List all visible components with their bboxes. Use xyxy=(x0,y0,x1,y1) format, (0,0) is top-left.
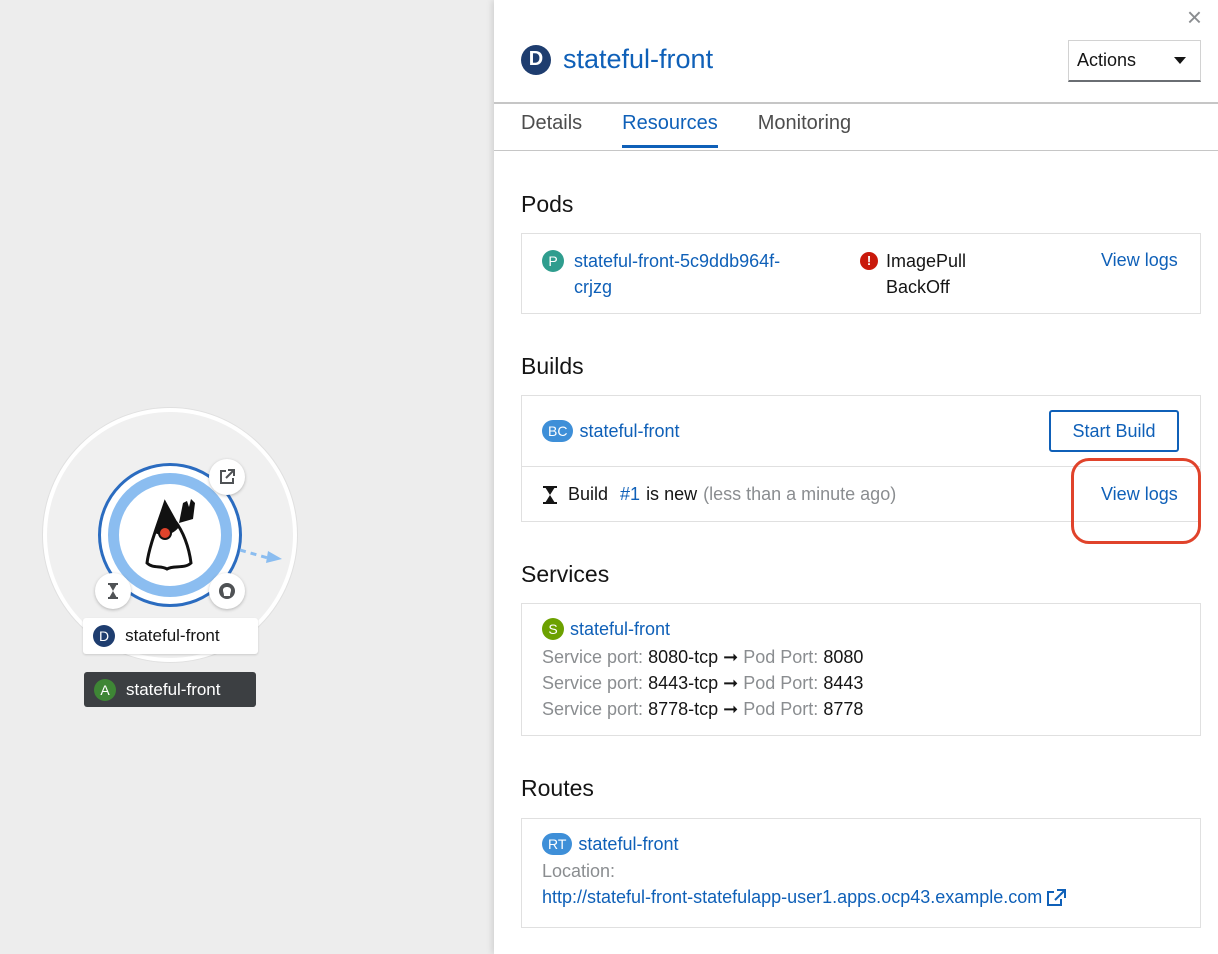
route-url-link[interactable]: http://stateful-front-statefulapp-user1.… xyxy=(542,887,1042,908)
pod-status-line2: BackOff xyxy=(886,277,950,297)
pods-list: P stateful-front-5c9ddb964f- crjzg ! Ima… xyxy=(521,233,1201,314)
topology-canvas[interactable]: D stateful-front A stateful-front xyxy=(0,0,494,954)
start-build-button[interactable]: Start Build xyxy=(1049,410,1179,452)
pod-port-value: 8443 xyxy=(823,673,864,693)
service-port-value: 8778-tcp xyxy=(648,699,719,719)
source-code-decorator[interactable] xyxy=(209,573,245,609)
connector-arrow-icon[interactable] xyxy=(238,546,284,566)
duke-java-icon xyxy=(145,499,195,571)
open-url-decorator[interactable] xyxy=(209,459,245,495)
arrow-right-icon: ➞ xyxy=(723,699,739,719)
arrow-right-icon: ➞ xyxy=(723,673,739,693)
build-number-link[interactable]: #1 xyxy=(620,484,640,505)
panel-header: D stateful-front xyxy=(521,44,713,75)
actions-label: Actions xyxy=(1077,50,1137,70)
caret-down-icon xyxy=(1174,57,1186,64)
service-port-row: Service port: 8778-tcp ➞ Pod Port: 8778 xyxy=(542,696,863,722)
services-section-title: Services xyxy=(521,561,610,587)
panel-tabs: Details Resources Monitoring xyxy=(521,112,891,148)
tab-resources[interactable]: Resources xyxy=(622,112,718,148)
pod-name-link[interactable]: stateful-front-5c9ddb964f- crjzg xyxy=(574,248,822,300)
build-state: is new xyxy=(646,484,698,504)
builds-section-title: Builds xyxy=(521,353,584,379)
service-port-value: 8080-tcp xyxy=(648,647,719,667)
build-status-decorator[interactable] xyxy=(95,573,131,609)
service-row: S stateful-front xyxy=(542,618,670,640)
actions-dropdown[interactable]: Actions xyxy=(1068,40,1201,82)
external-link-icon[interactable] xyxy=(1046,888,1067,907)
close-icon[interactable]: × xyxy=(1187,2,1202,33)
tabs-divider xyxy=(494,150,1218,151)
pod-status-text: ImagePull BackOff xyxy=(886,248,996,300)
pod-port-value: 8778 xyxy=(823,699,864,719)
build-config-badge: BC xyxy=(542,420,574,442)
pod-port-value: 8080 xyxy=(823,647,864,667)
panel-title[interactable]: stateful-front xyxy=(563,44,713,75)
build-time: (less than a minute ago) xyxy=(703,484,897,504)
tab-details[interactable]: Details xyxy=(521,112,582,148)
deployment-badge: D xyxy=(521,44,551,75)
service-badge: S xyxy=(542,618,564,640)
deployment-badge: D xyxy=(93,625,116,647)
tab-monitoring[interactable]: Monitoring xyxy=(758,112,851,148)
hourglass-icon xyxy=(543,485,557,504)
external-link-icon xyxy=(220,469,235,484)
pod-name-line2[interactable]: crjzg xyxy=(574,274,822,300)
error-icon: ! xyxy=(860,252,878,270)
route-location-label: Location: xyxy=(542,861,616,881)
route-badge: RT xyxy=(542,833,573,855)
service-port-label: Service port: xyxy=(542,647,644,667)
pod-status-line1: ImagePull xyxy=(886,251,967,271)
service-port-label: Service port: xyxy=(542,673,644,693)
routes-section-title: Routes xyxy=(521,775,594,801)
application-name: stateful-front xyxy=(126,679,221,699)
application-badge: A xyxy=(94,678,116,701)
pod-port-label: Pod Port: xyxy=(743,673,819,693)
service-ports: Service port: 8080-tcp ➞ Pod Port: 8080 … xyxy=(542,644,863,722)
pod-row: P stateful-front-5c9ddb964f- crjzg xyxy=(542,248,822,300)
build-label: Build xyxy=(568,484,609,504)
route-link[interactable]: stateful-front xyxy=(578,834,678,855)
service-port-row: Service port: 8080-tcp ➞ Pod Port: 8080 xyxy=(542,644,863,670)
pod-badge: P xyxy=(542,250,564,272)
route-row: RT stateful-front xyxy=(542,833,678,855)
node-name: stateful-front xyxy=(125,626,220,645)
header-divider xyxy=(494,102,1218,104)
routes-list: RT stateful-front Location: http://state… xyxy=(521,818,1201,928)
service-port-row: Service port: 8443-tcp ➞ Pod Port: 8443 xyxy=(542,670,863,696)
route-url-row: http://stateful-front-statefulapp-user1.… xyxy=(542,887,1067,908)
node-label[interactable]: D stateful-front xyxy=(83,618,258,654)
github-icon xyxy=(219,583,235,599)
pod-view-logs-link[interactable]: View logs xyxy=(1101,250,1178,271)
pod-port-label: Pod Port: xyxy=(743,699,819,719)
view-logs-highlight xyxy=(1071,458,1201,544)
application-label[interactable]: A stateful-front xyxy=(84,672,256,707)
hourglass-icon xyxy=(108,583,118,599)
service-link[interactable]: stateful-front xyxy=(570,619,670,640)
side-panel: × D stateful-front Actions Details Resou… xyxy=(494,0,1218,954)
pods-section-title: Pods xyxy=(521,191,574,217)
pod-port-label: Pod Port: xyxy=(743,647,819,667)
build-row: Build #1 is new (less than a minute ago) xyxy=(542,484,896,505)
pod-name-line1[interactable]: stateful-front-5c9ddb964f- xyxy=(574,248,822,274)
service-port-label: Service port: xyxy=(542,699,644,719)
arrow-right-icon: ➞ xyxy=(723,647,739,667)
build-config-link[interactable]: stateful-front xyxy=(579,421,679,442)
build-config-row: BC stateful-front xyxy=(542,420,680,442)
service-port-value: 8443-tcp xyxy=(648,673,719,693)
services-list: S stateful-front Service port: 8080-tcp … xyxy=(521,603,1201,736)
pod-status: ! ImagePull BackOff xyxy=(860,248,996,300)
